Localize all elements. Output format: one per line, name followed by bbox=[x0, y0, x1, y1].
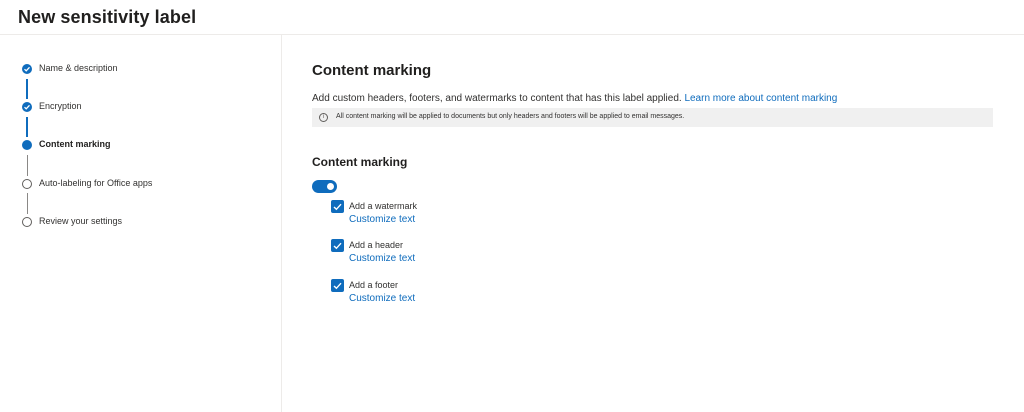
notice-text: All content marking will be applied to d… bbox=[336, 113, 685, 120]
footer-checkbox[interactable] bbox=[331, 279, 344, 292]
step-connector bbox=[26, 79, 28, 99]
info-notice: i All content marking will be applied to… bbox=[312, 108, 993, 127]
step-connector bbox=[26, 117, 28, 137]
footer-label: Add a footer bbox=[349, 280, 399, 290]
content-marking-toggle[interactable] bbox=[312, 180, 337, 193]
step-label: Encryption bbox=[39, 101, 82, 111]
step-label: Name & description bbox=[39, 63, 118, 73]
check-circle-icon bbox=[22, 64, 32, 74]
watermark-label: Add a watermark bbox=[349, 201, 418, 211]
description-text: Add custom headers, footers, and waterma… bbox=[312, 93, 682, 104]
description: Add custom headers, footers, and waterma… bbox=[312, 93, 837, 104]
learn-more-link[interactable]: Learn more about content marking bbox=[684, 93, 837, 104]
wizard-steps: Name & description Encryption Content ma… bbox=[0, 35, 282, 412]
content-marking-heading: Content marking bbox=[312, 155, 408, 169]
page-title: New sensitivity label bbox=[18, 7, 197, 27]
empty-circle-icon bbox=[22, 179, 32, 189]
toggle-knob bbox=[327, 183, 334, 190]
watermark-customize-link[interactable]: Customize text bbox=[349, 214, 415, 225]
step-label: Review your settings bbox=[39, 216, 123, 226]
footer-customize-link[interactable]: Customize text bbox=[349, 293, 415, 304]
current-step-dot-icon bbox=[22, 140, 32, 150]
step-label: Content marking bbox=[39, 139, 111, 149]
check-circle-icon bbox=[22, 102, 32, 112]
header-label: Add a header bbox=[349, 240, 404, 250]
header-bar: New sensitivity label bbox=[0, 0, 1024, 35]
step-connector bbox=[26, 155, 28, 176]
empty-circle-icon bbox=[22, 217, 32, 227]
main-panel: Content marking Add custom headers, foot… bbox=[282, 35, 1024, 412]
header-checkbox[interactable] bbox=[331, 239, 344, 252]
header-customize-link[interactable]: Customize text bbox=[349, 253, 415, 264]
info-icon: i bbox=[319, 113, 328, 122]
step-label: Auto-labeling for Office apps bbox=[39, 178, 153, 188]
section-title: Content marking bbox=[312, 62, 432, 79]
step-connector bbox=[26, 193, 28, 214]
watermark-checkbox[interactable] bbox=[331, 200, 344, 213]
